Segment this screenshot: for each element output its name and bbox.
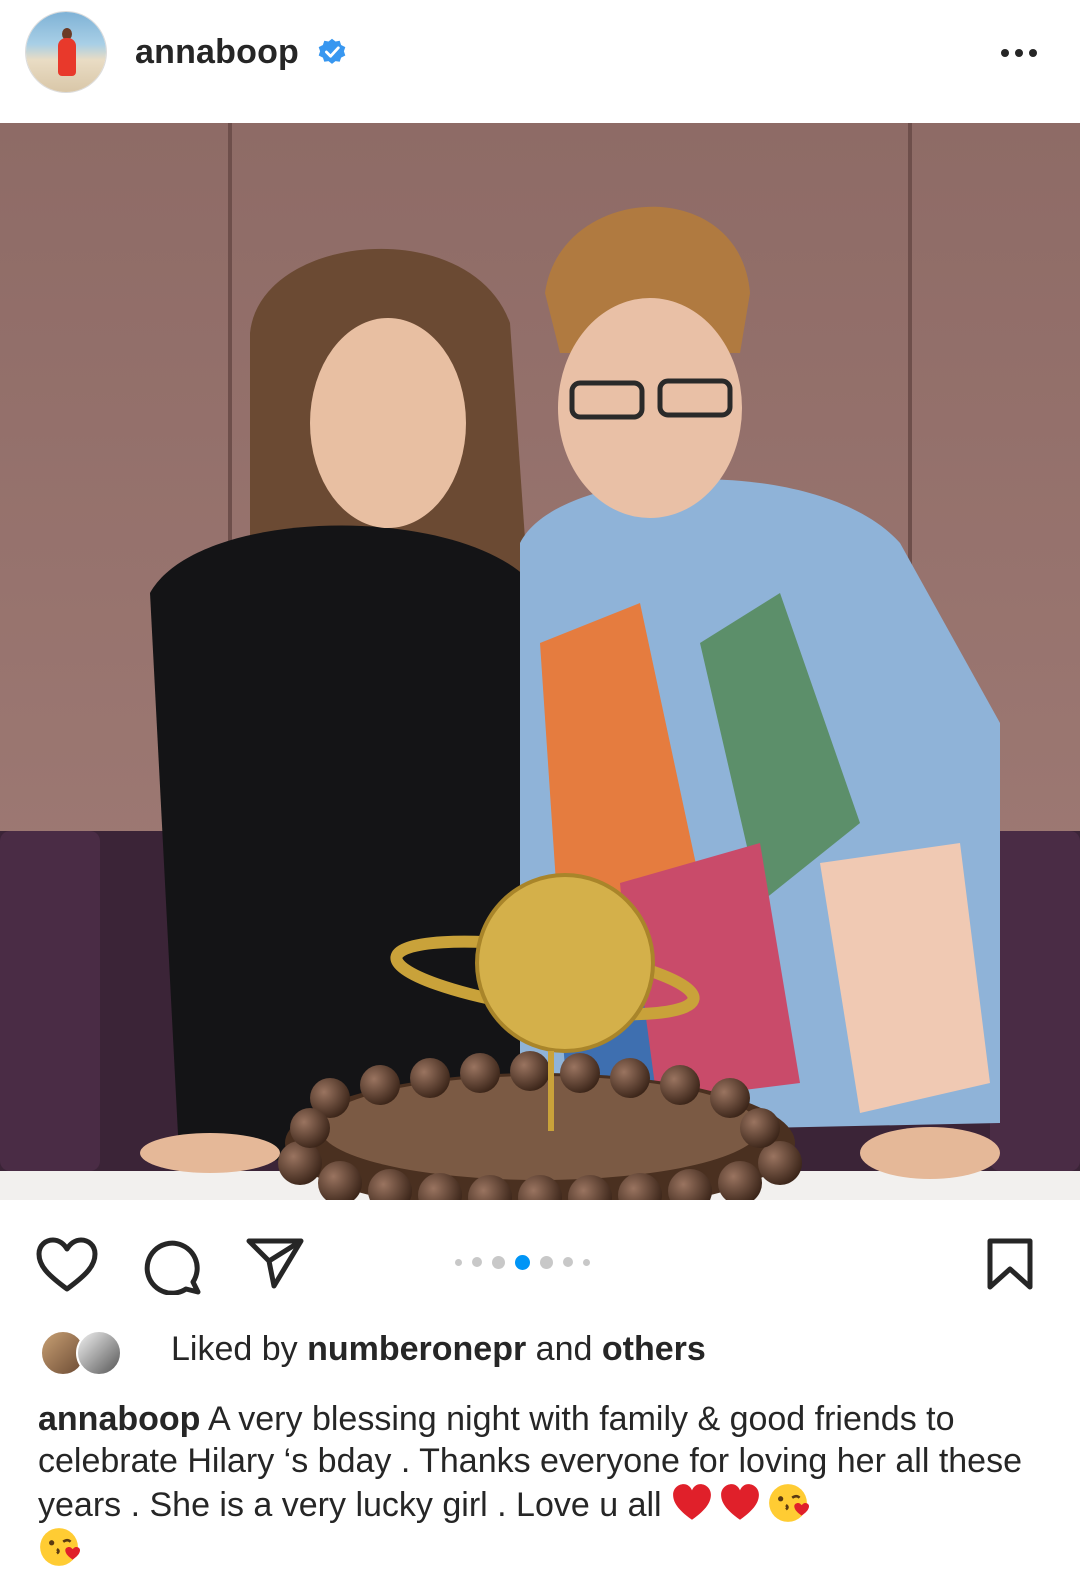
likes-others-link[interactable]: others <box>602 1330 706 1368</box>
caption-username[interactable]: annaboop <box>38 1400 200 1438</box>
carousel-dot <box>583 1258 590 1266</box>
post-photo[interactable] <box>0 123 1080 1200</box>
likes-connector: and <box>535 1330 593 1368</box>
carousel-dot <box>472 1257 482 1267</box>
carousel-dot <box>455 1258 462 1266</box>
post-header: annaboop <box>0 0 1080 123</box>
liker-username[interactable]: numberonepr <box>307 1330 526 1368</box>
post-caption: annaboop A very blessing night with fami… <box>38 1398 1048 1570</box>
photo-illustration <box>0 123 1080 1200</box>
verified-badge-icon <box>318 38 346 64</box>
post-username[interactable]: annaboop <box>135 33 299 72</box>
face-blowing-kiss-emoji-icon <box>769 1484 810 1522</box>
carousel-dot <box>492 1255 505 1269</box>
heart-icon[interactable] <box>36 1237 98 1293</box>
likes-prefix: Liked by <box>171 1330 298 1368</box>
liker-avatar <box>76 1330 122 1376</box>
red-heart-emoji-icon <box>721 1484 759 1520</box>
red-heart-emoji-icon <box>673 1484 711 1520</box>
carousel-indicator <box>455 1254 590 1270</box>
carousel-dot <box>563 1257 573 1267</box>
likes-text: Liked by numberonepr and others <box>171 1330 706 1369</box>
profile-avatar[interactable] <box>26 12 106 92</box>
comment-icon[interactable] <box>143 1237 203 1295</box>
face-blowing-kiss-emoji-icon <box>40 1528 80 1566</box>
more-icon[interactable] <box>996 38 1042 68</box>
bookmark-icon[interactable] <box>986 1237 1034 1291</box>
share-icon[interactable] <box>246 1237 304 1289</box>
carousel-dot-active <box>515 1254 530 1270</box>
carousel-dot <box>540 1255 553 1269</box>
likes-row[interactable]: Liked by numberonepr and others <box>36 1326 1046 1376</box>
